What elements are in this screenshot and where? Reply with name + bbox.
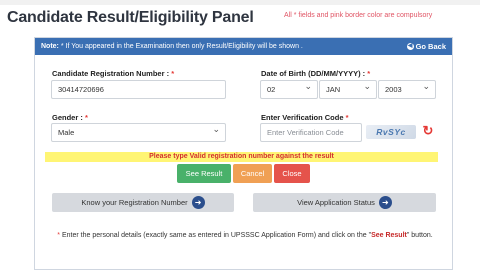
- know-registration-button[interactable]: Know your Registration Number ➜: [52, 193, 234, 212]
- instruction-text: * Enter the personal details (exactly sa…: [55, 231, 435, 241]
- top-strip: [0, 0, 480, 5]
- dob-year-select[interactable]: 2003: [378, 78, 436, 99]
- captcha-image: RvSYc: [366, 125, 416, 139]
- left-arrow-circle-icon: ◀: [406, 42, 414, 50]
- notice-label: Note:: [41, 43, 59, 50]
- go-back-label: Go Back: [415, 42, 446, 51]
- page-title: Candidate Result/Eligibility Panel: [7, 9, 254, 26]
- registration-label: Candidate Registration Number : *: [52, 69, 174, 78]
- arrow-right-icon: ➜: [191, 195, 205, 209]
- gender-label: Gender : *: [52, 113, 88, 122]
- arrow-right-icon: ➜: [378, 195, 392, 209]
- dob-label-text: Date of Birth (DD/MM/YYYY) :: [261, 69, 366, 78]
- notice-text: * If You appeared in the Examination the…: [58, 43, 303, 50]
- instruction-emphasis: See Result: [371, 232, 407, 239]
- required-star: *: [345, 113, 349, 122]
- verification-label-text: Enter Verification Code: [261, 113, 344, 122]
- view-status-label: View Application Status: [297, 198, 375, 207]
- registration-label-text: Candidate Registration Number :: [52, 69, 170, 78]
- close-button[interactable]: Close: [274, 164, 310, 183]
- validation-warning: Please type Valid registration number ag…: [45, 152, 438, 162]
- gender-label-text: Gender :: [52, 113, 83, 122]
- required-star: *: [171, 69, 175, 78]
- required-star: *: [367, 69, 371, 78]
- instruction-end: " button.: [406, 232, 433, 239]
- gender-select[interactable]: Male: [51, 121, 226, 142]
- go-back-button[interactable]: ◀ Go Back: [406, 38, 446, 55]
- dob-month-select[interactable]: JAN: [319, 78, 377, 99]
- dob-label: Date of Birth (DD/MM/YYYY) : *: [261, 69, 370, 78]
- required-star: *: [84, 113, 88, 122]
- view-application-status-button[interactable]: View Application Status ➜: [253, 193, 436, 212]
- know-registration-label: Know your Registration Number: [81, 198, 188, 207]
- instruction-body: Enter the personal details (exactly same…: [60, 232, 372, 239]
- refresh-icon[interactable]: ↻: [421, 124, 435, 138]
- cancel-button[interactable]: Cancel: [233, 164, 272, 183]
- verification-label: Enter Verification Code *: [261, 113, 349, 122]
- verification-code-input[interactable]: Enter Verification Code: [260, 123, 362, 142]
- required-fields-note: All * fields and pink border color are c…: [284, 12, 433, 19]
- dob-day-select[interactable]: 02: [260, 78, 318, 99]
- notice-bar: Note: * If You appeared in the Examinati…: [35, 38, 452, 55]
- registration-input[interactable]: 30414720696: [51, 80, 226, 99]
- see-result-button[interactable]: See Result: [177, 164, 231, 183]
